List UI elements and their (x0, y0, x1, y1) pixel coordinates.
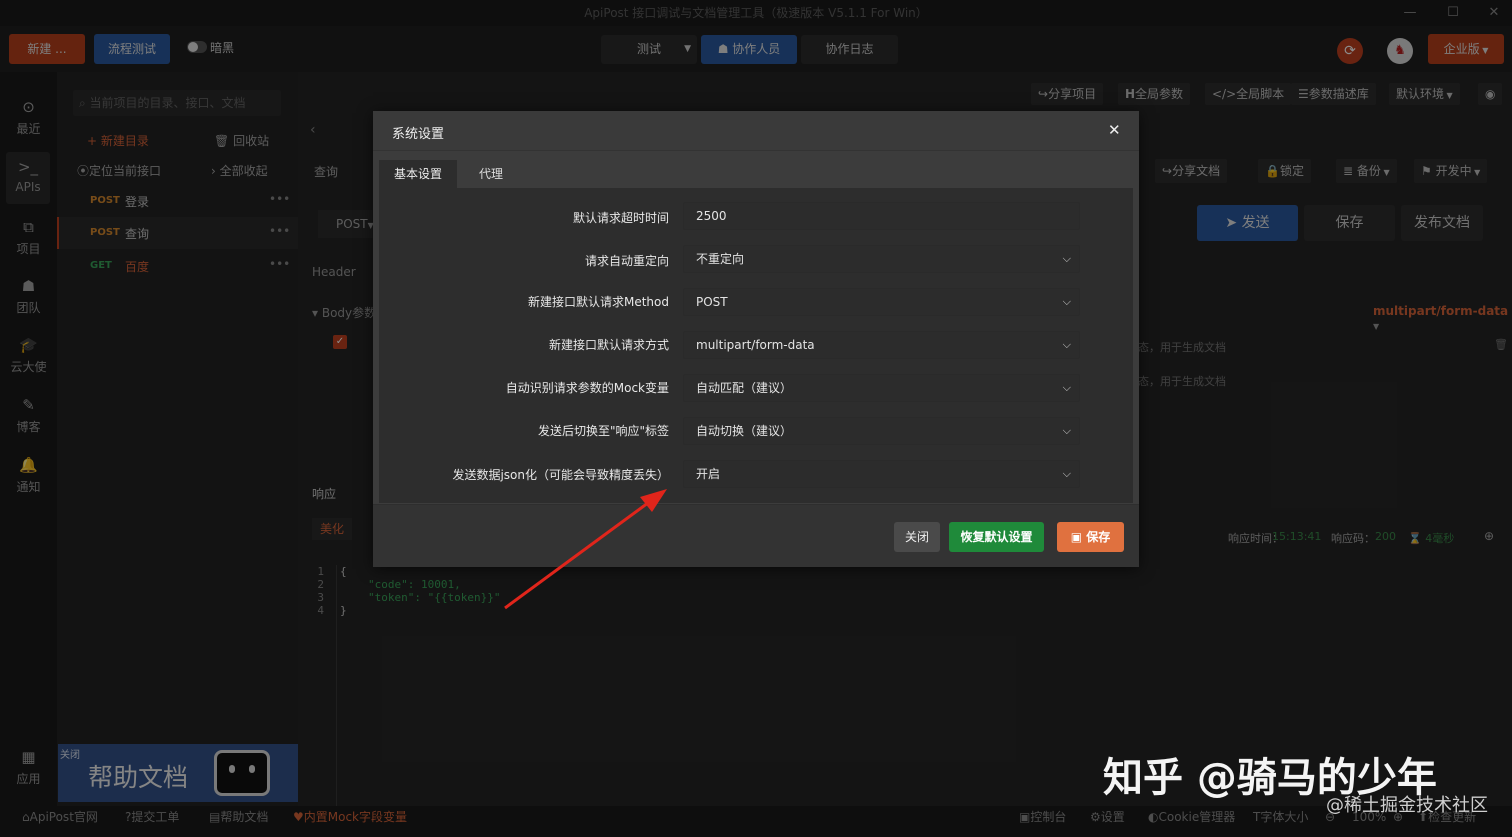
annotation-arrow (504, 489, 667, 610)
watermark-sub: @稀土掘金技术社区 (1326, 795, 1488, 816)
